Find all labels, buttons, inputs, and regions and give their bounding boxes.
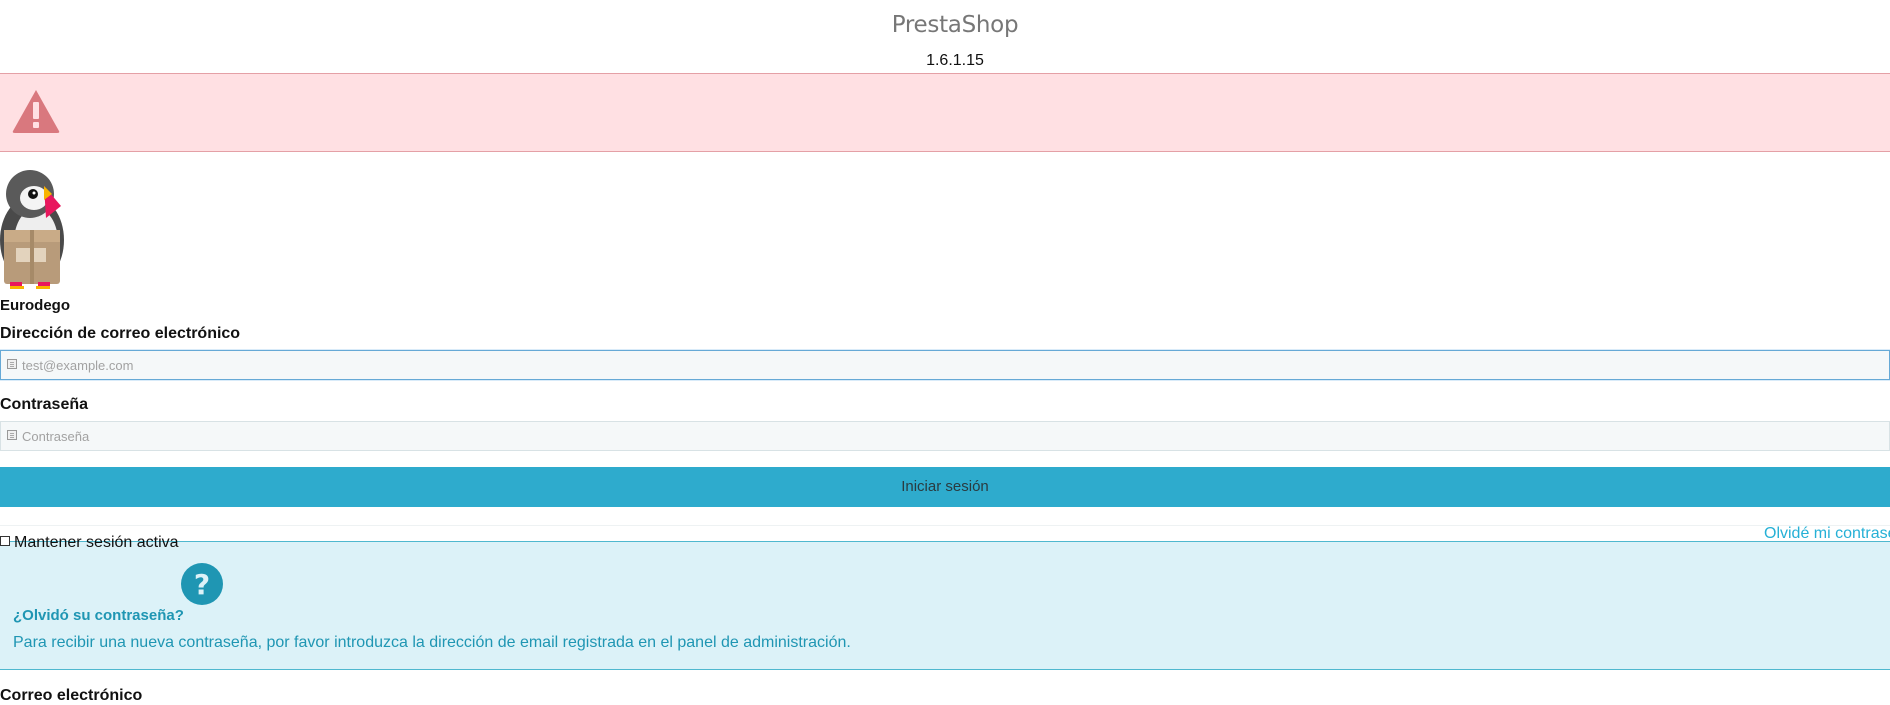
puffin-mascot-logo: [0, 168, 68, 290]
email-label: Dirección de correo electrónico: [0, 325, 241, 342]
brand-title: PrestaShop: [891, 12, 1019, 38]
password-field[interactable]: Contraseña: [0, 421, 1890, 451]
question-circle-icon: ?: [181, 563, 223, 605]
forgot-password-info: ? ¿Olvidó su contraseña? Para recibir un…: [0, 541, 1890, 670]
shop-name: Eurodego: [0, 297, 70, 314]
warning-triangle-icon: [12, 90, 60, 133]
remember-checkbox[interactable]: [0, 536, 10, 546]
divider: [0, 525, 1890, 526]
remember-label: Mantener sesión activa: [14, 534, 179, 551]
login-button[interactable]: Iniciar sesión: [0, 467, 1890, 507]
forgot-email-label: Correo electrónico: [0, 687, 143, 704]
envelope-icon: [7, 359, 17, 369]
password-placeholder: Contraseña: [22, 429, 90, 444]
password-label: Contraseña: [0, 396, 89, 413]
version-label: 1.6.1.15: [926, 52, 984, 69]
email-field[interactable]: test@example.com: [0, 350, 1890, 380]
remember-me[interactable]: Mantener sesión activa: [0, 534, 179, 552]
svg-text:?: ?: [194, 568, 210, 601]
error-banner: [0, 73, 1890, 152]
forgot-password-text: Para recibir una nueva contraseña, por f…: [13, 634, 851, 651]
lock-icon: [7, 430, 17, 440]
forgot-password-title: ¿Olvidó su contraseña?: [13, 607, 184, 624]
email-placeholder: test@example.com: [22, 358, 134, 373]
